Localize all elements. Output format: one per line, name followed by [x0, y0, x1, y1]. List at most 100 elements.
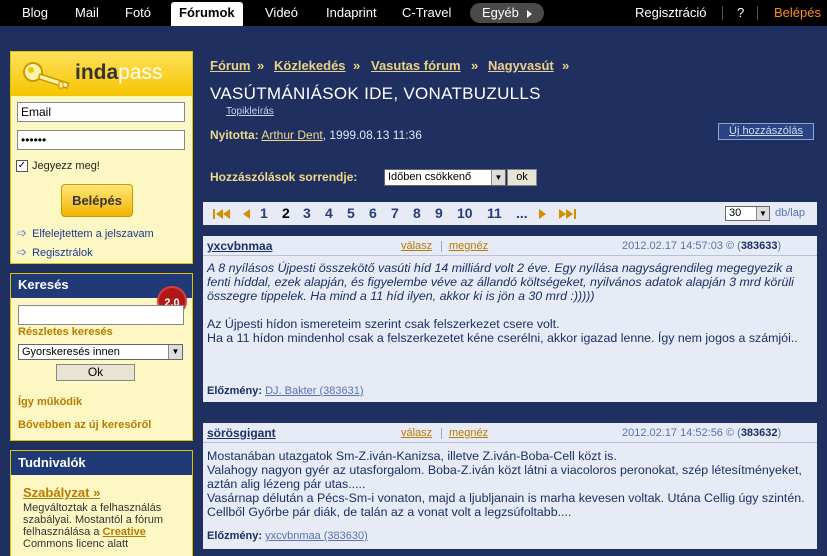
chevron-right-icon — [526, 9, 532, 18]
topic-title: VASÚTMÁNIÁSOK IDE, VONATBUZULLS — [210, 84, 541, 103]
breadcrumb-vasutas-forum[interactable]: Vasutas fórum — [371, 58, 461, 73]
reply-link[interactable]: válasz — [401, 427, 432, 439]
post-meta: 2012.02.17 14:57:03 © (383633) — [622, 240, 781, 252]
chevron-down-icon: ▼ — [756, 207, 769, 220]
indapass-logo: indapass — [75, 61, 163, 85]
order-ok-button[interactable]: ok — [507, 169, 537, 186]
post-header: sörösgigant válasz megnéz 2012.02.17 14:… — [203, 423, 817, 443]
first-page-icon[interactable] — [216, 209, 223, 219]
post-id-close: ) — [777, 240, 782, 252]
next-page-icon[interactable] — [539, 209, 546, 219]
forgot-password-link[interactable]: ➩ Elfelejtettem a jelszavam — [17, 226, 154, 240]
order-select[interactable]: Időben csökkenő ▼ — [384, 169, 506, 186]
post-body: A 8 nyílásos Újpesti összekötő vasúti hí… — [207, 261, 811, 359]
nav-mail[interactable]: Mail — [75, 0, 99, 26]
chevron-down-icon: ▼ — [491, 170, 505, 185]
topic-description-link[interactable]: Topikleírás — [226, 106, 274, 117]
nav-more-label: Egyéb — [482, 5, 519, 20]
order-value: Időben csökkenő — [388, 171, 472, 183]
creative-commons-link[interactable]: Creative — [103, 526, 146, 538]
help-link[interactable]: ? — [737, 0, 744, 26]
per-page-value: 30 — [729, 207, 742, 219]
breadcrumb-separator: » — [562, 58, 570, 73]
nav-video[interactable]: Videó — [265, 0, 298, 26]
info-text: Megváltoztak a felhasználás szabályai. M… — [23, 502, 188, 550]
logo-pass: pass — [118, 61, 163, 84]
opener-label: Nyitotta: — [210, 128, 259, 142]
search-scope-value: Gyorskeresés innen — [22, 346, 120, 358]
post-quote: A 8 nyílásos Újpesti összekötő vasúti hí… — [207, 261, 794, 303]
rules-link[interactable]: Szabályzat » — [23, 485, 100, 500]
page-link[interactable]: 4 — [325, 205, 333, 221]
page-link[interactable]: 7 — [391, 205, 399, 221]
remember-checkbox[interactable]: ✓ — [16, 160, 28, 172]
login-button[interactable]: Belépés — [61, 184, 133, 217]
nav-blog[interactable]: Blog — [22, 0, 48, 26]
last-page-icon[interactable] — [559, 209, 566, 219]
per-page-label: db/lap — [775, 207, 805, 219]
nav-foto[interactable]: Fotó — [125, 0, 151, 26]
breadcrumb-nagyvasut[interactable]: Nagyvasút — [488, 58, 554, 73]
prev-page-icon[interactable] — [243, 209, 250, 219]
page-link[interactable]: 5 — [347, 205, 355, 221]
post: yxcvbnmaa válasz megnéz 2012.02.17 14:57… — [203, 236, 817, 402]
forgot-password-label: Elfelejtettem a jelszavam — [32, 228, 154, 240]
more-about-search-link[interactable]: Bővebben az új keresőről — [18, 419, 151, 431]
nav-more-button[interactable]: Egyéb — [470, 3, 544, 23]
reference-label: Előzmény: — [207, 385, 263, 397]
last-page-icon[interactable] — [574, 209, 576, 219]
opener-date: , 1999.08.13 11:36 — [322, 128, 422, 142]
post-text: Mostanában utazgatok Sm-Z.iván-Kanizsa, … — [207, 449, 805, 519]
topic-opener: Nyitotta: Arthur Dent, 1999.08.13 11:36 — [210, 128, 422, 142]
key-icon — [23, 62, 70, 89]
info-box: Tudnivalók Szabályzat » Megváltoztak a f… — [10, 450, 193, 556]
password-field[interactable] — [17, 130, 185, 150]
search-ok-button[interactable]: Ok — [56, 364, 135, 381]
new-post-button[interactable]: Új hozzászólás — [718, 123, 814, 140]
nav-indaprint[interactable]: Indaprint — [326, 0, 377, 26]
view-link[interactable]: megnéz — [449, 240, 488, 252]
reference-link[interactable]: DJ. Bakter (383631) — [265, 385, 363, 397]
reference-link[interactable]: yxcvbnmaa (383630) — [265, 530, 368, 542]
page-link[interactable]: 8 — [413, 205, 421, 221]
page-link[interactable]: 1 — [260, 205, 268, 221]
indapass-logo-band: indapass — [11, 52, 192, 96]
info-text-tail: Commons licenc alatt — [23, 538, 129, 550]
register-link-box[interactable]: ➩ Regisztrálok — [17, 245, 93, 259]
how-it-works-link[interactable]: Így működik — [18, 396, 82, 408]
per-page-select[interactable]: 30 ▼ — [725, 206, 770, 221]
divider — [757, 6, 758, 20]
search-scope-select[interactable]: Gyorskeresés innen ▼ — [18, 344, 183, 360]
page-link[interactable]: 10 — [457, 205, 473, 221]
nav-ctravel[interactable]: C-Travel — [402, 0, 451, 26]
register-link[interactable]: Regisztráció — [635, 0, 707, 26]
arrow-right-icon: ➩ — [17, 226, 28, 240]
top-login-link[interactable]: Belépés — [774, 0, 821, 26]
advanced-search-link[interactable]: Részletes keresés — [18, 326, 113, 338]
last-page-icon[interactable] — [566, 209, 573, 219]
page-link[interactable]: 3 — [303, 205, 311, 221]
nav-forumok[interactable]: Fórumok — [171, 2, 243, 26]
email-field[interactable] — [17, 102, 185, 122]
post-author-link[interactable]: sörösgigant — [207, 426, 276, 440]
first-page-icon[interactable] — [213, 209, 215, 219]
arrow-right-icon: ➩ — [17, 245, 28, 259]
post: sörösgigant válasz megnéz 2012.02.17 14:… — [203, 423, 817, 549]
reply-link[interactable]: válasz — [401, 240, 432, 252]
search-box: Keresés 2.0 Részletes keresés Gyorskeres… — [10, 273, 193, 441]
reference-label: Előzmény: — [207, 530, 263, 542]
search-input[interactable] — [18, 305, 184, 325]
opener-name-link[interactable]: Arthur Dent — [261, 128, 322, 142]
page-link[interactable]: 6 — [369, 205, 377, 221]
post-reference: Előzmény: yxcvbnmaa (383630) — [207, 530, 368, 542]
breadcrumb-kozlekedes[interactable]: Közlekedés — [274, 58, 346, 73]
view-link[interactable]: megnéz — [449, 427, 488, 439]
top-navigation: Blog Mail Fotó Fórumok Videó Indaprint C… — [0, 0, 827, 26]
breadcrumb-forum[interactable]: Fórum — [210, 58, 250, 73]
breadcrumb-separator: » — [257, 58, 265, 73]
post-author-link[interactable]: yxcvbnmaa — [207, 239, 272, 253]
page-link[interactable]: 11 — [487, 205, 502, 221]
first-page-icon[interactable] — [223, 209, 230, 219]
post-body: Mostanában utazgatok Sm-Z.iván-Kanizsa, … — [207, 449, 811, 519]
page-link[interactable]: 9 — [435, 205, 443, 221]
